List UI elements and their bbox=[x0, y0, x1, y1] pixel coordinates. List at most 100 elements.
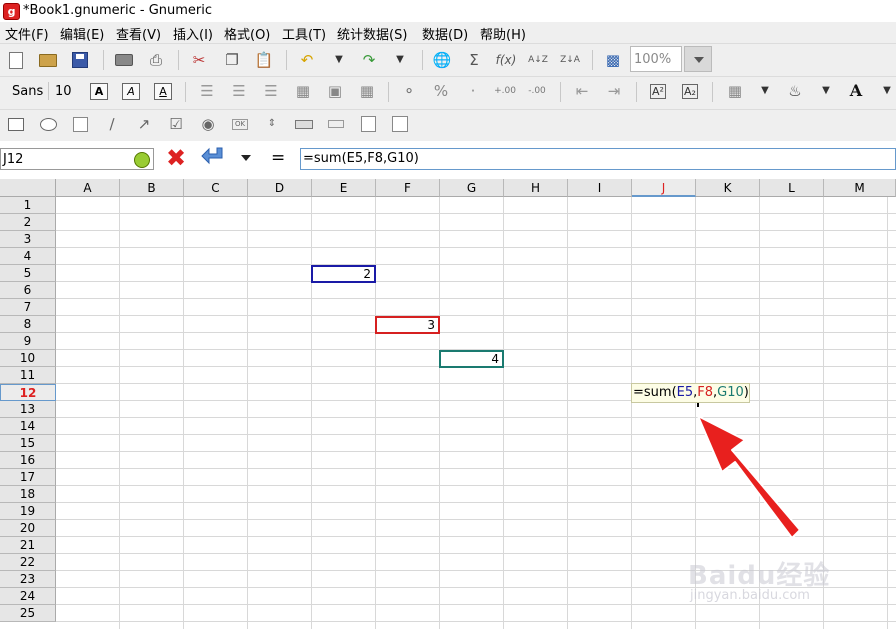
row-header-5[interactable]: 5 bbox=[0, 265, 56, 282]
increase-decimals-button[interactable]: +.00 bbox=[494, 80, 516, 102]
background-color-button[interactable]: ♨ bbox=[784, 80, 806, 102]
cell-editor-j12[interactable]: =sum(E5,F8,G10) bbox=[631, 383, 750, 403]
superscript-button[interactable]: A² bbox=[647, 80, 669, 102]
formula-input[interactable]: =sum(E5,F8,G10) bbox=[300, 148, 896, 170]
column-header-a[interactable]: A bbox=[56, 179, 120, 197]
cell-g10[interactable]: 4 bbox=[439, 350, 504, 368]
function-equals-button[interactable]: = bbox=[271, 148, 285, 168]
italic-button[interactable]: A bbox=[122, 83, 140, 100]
function-wizard-button[interactable]: f(x) bbox=[495, 49, 517, 71]
new-button[interactable] bbox=[5, 49, 27, 71]
column-header-h[interactable]: H bbox=[504, 179, 568, 197]
copy-button[interactable]: ❐ bbox=[221, 49, 243, 71]
zoom-dropdown-button[interactable] bbox=[684, 46, 712, 72]
decrease-decimals-button[interactable]: -.00 bbox=[526, 80, 548, 102]
cut-button[interactable]: ✂ bbox=[188, 49, 210, 71]
slider-tool[interactable] bbox=[293, 113, 315, 135]
row-header-4[interactable]: 4 bbox=[0, 248, 56, 265]
hyperlink-button[interactable]: 🌐 bbox=[431, 49, 453, 71]
zoom-combo[interactable]: 100% bbox=[630, 46, 682, 72]
background-color-dropdown-button[interactable]: ▼ bbox=[815, 80, 837, 102]
row-header-14[interactable]: 14 bbox=[0, 418, 56, 435]
row-header-12[interactable]: 12 bbox=[0, 384, 56, 401]
row-header-9[interactable]: 9 bbox=[0, 333, 56, 350]
row-header-3[interactable]: 3 bbox=[0, 231, 56, 248]
subscript-button[interactable]: A₂ bbox=[679, 80, 701, 102]
list-tool[interactable] bbox=[357, 113, 379, 135]
scrollbar-tool[interactable] bbox=[325, 113, 347, 135]
open-button[interactable] bbox=[37, 49, 59, 71]
column-header-i[interactable]: I bbox=[568, 179, 632, 197]
borders-button[interactable]: ▦ bbox=[724, 80, 746, 102]
menu-edit[interactable]: 编辑(E) bbox=[60, 24, 104, 43]
frame-tool[interactable] bbox=[69, 113, 91, 135]
row-header-6[interactable]: 6 bbox=[0, 282, 56, 299]
redo-history-button[interactable]: ▼ bbox=[389, 49, 411, 71]
percent-format-button[interactable]: % bbox=[430, 80, 452, 102]
menu-statistics[interactable]: 统计数据(S) bbox=[337, 24, 407, 43]
row-header-8[interactable]: 8 bbox=[0, 316, 56, 333]
save-button[interactable] bbox=[69, 49, 91, 71]
align-center-button[interactable]: ☰ bbox=[228, 80, 250, 102]
cell-e5[interactable]: 2 bbox=[311, 265, 376, 283]
undo-history-button[interactable]: ▼ bbox=[328, 49, 350, 71]
row-header-19[interactable]: 19 bbox=[0, 503, 56, 520]
increase-indent-button[interactable]: ⇥ bbox=[603, 80, 625, 102]
column-header-f[interactable]: F bbox=[376, 179, 440, 197]
chart-button[interactable]: ▩ bbox=[602, 49, 624, 71]
row-header-24[interactable]: 24 bbox=[0, 588, 56, 605]
rectangle-tool[interactable] bbox=[5, 113, 27, 135]
cancel-icon[interactable]: ✖ bbox=[166, 145, 186, 171]
menu-help[interactable]: 帮助(H) bbox=[480, 24, 526, 43]
menu-file[interactable]: 文件(F) bbox=[5, 24, 49, 43]
thousands-separator-button[interactable]: · bbox=[462, 80, 484, 102]
spin-button-tool[interactable]: ⇕ bbox=[261, 113, 283, 135]
chevron-down-icon[interactable] bbox=[241, 155, 251, 161]
undo-button[interactable]: ↶ bbox=[296, 49, 318, 71]
row-header-22[interactable]: 22 bbox=[0, 554, 56, 571]
row-header-21[interactable]: 21 bbox=[0, 537, 56, 554]
accept-icon[interactable] bbox=[200, 145, 226, 169]
go-arrow-icon[interactable] bbox=[134, 152, 150, 168]
column-header-d[interactable]: D bbox=[248, 179, 312, 197]
cell-f8[interactable]: 3 bbox=[375, 316, 440, 334]
combo-tool[interactable] bbox=[389, 113, 411, 135]
borders-dropdown-button[interactable]: ▼ bbox=[754, 80, 776, 102]
menu-tools[interactable]: 工具(T) bbox=[282, 24, 326, 43]
row-header-7[interactable]: 7 bbox=[0, 299, 56, 316]
row-header-2[interactable]: 2 bbox=[0, 214, 56, 231]
column-header-e[interactable]: E bbox=[312, 179, 376, 197]
menu-data[interactable]: 数据(D) bbox=[422, 24, 468, 43]
row-header-16[interactable]: 16 bbox=[0, 452, 56, 469]
print-preview-button[interactable]: ⎙ bbox=[145, 49, 167, 71]
split-cells-button[interactable]: ▦ bbox=[356, 80, 378, 102]
menu-insert[interactable]: 插入(I) bbox=[173, 24, 213, 43]
row-header-18[interactable]: 18 bbox=[0, 486, 56, 503]
row-header-23[interactable]: 23 bbox=[0, 571, 56, 588]
row-header-15[interactable]: 15 bbox=[0, 435, 56, 452]
currency-format-button[interactable]: ⚬ bbox=[398, 80, 420, 102]
arrow-tool[interactable]: ↗ bbox=[133, 113, 155, 135]
row-header-13[interactable]: 13 bbox=[0, 401, 56, 418]
checkbox-tool[interactable]: ☑ bbox=[165, 113, 187, 135]
sort-ascending-button[interactable]: A↓Z bbox=[527, 49, 549, 71]
ellipse-tool[interactable] bbox=[37, 113, 59, 135]
select-all-corner[interactable] bbox=[0, 179, 56, 197]
decrease-indent-button[interactable]: ⇤ bbox=[571, 80, 593, 102]
bold-button[interactable]: A bbox=[90, 83, 108, 100]
row-header-17[interactable]: 17 bbox=[0, 469, 56, 486]
menu-format[interactable]: 格式(O) bbox=[224, 24, 270, 43]
row-header-1[interactable]: 1 bbox=[0, 197, 56, 214]
sum-button[interactable]: Σ bbox=[463, 49, 485, 71]
radio-button-tool[interactable]: ◉ bbox=[197, 113, 219, 135]
column-header-m[interactable]: M bbox=[824, 179, 896, 197]
menu-view[interactable]: 查看(V) bbox=[116, 24, 161, 43]
print-button[interactable] bbox=[113, 49, 135, 71]
name-box[interactable]: J12 bbox=[0, 148, 154, 170]
column-header-l[interactable]: L bbox=[760, 179, 824, 197]
align-left-button[interactable]: ☰ bbox=[196, 80, 218, 102]
row-header-20[interactable]: 20 bbox=[0, 520, 56, 537]
underline-button[interactable]: A bbox=[154, 83, 172, 100]
column-header-b[interactable]: B bbox=[120, 179, 184, 197]
button-tool[interactable]: OK bbox=[229, 113, 251, 135]
